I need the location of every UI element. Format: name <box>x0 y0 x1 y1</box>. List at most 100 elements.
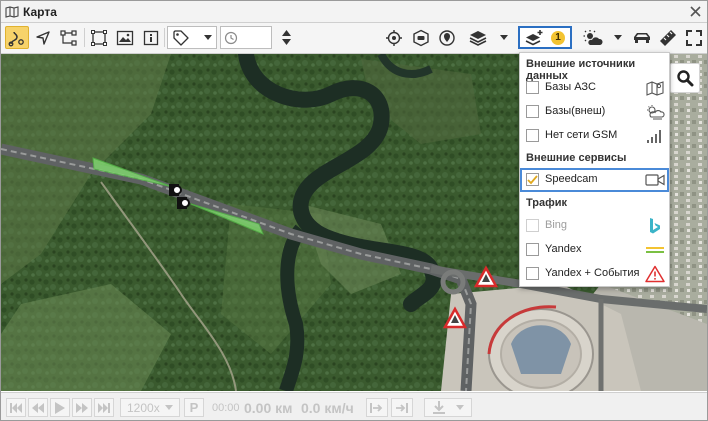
checkbox-disabled <box>526 219 539 232</box>
route-icon <box>8 31 24 46</box>
clock-icon <box>224 31 238 44</box>
fast-forward-icon <box>76 402 88 413</box>
speed-readout: 0.0 км/ч <box>301 399 354 416</box>
pin-button[interactable] <box>435 26 459 49</box>
close-icon[interactable] <box>687 3 703 19</box>
layers-add-icon <box>525 29 543 45</box>
weather-cloud-icon <box>645 103 665 121</box>
checkbox[interactable] <box>526 267 539 280</box>
checkbox[interactable] <box>526 105 539 118</box>
area-select-icon <box>91 29 107 46</box>
checkbox[interactable] <box>526 81 539 94</box>
chevron-down-icon <box>456 405 464 410</box>
layer-label: Bing <box>545 219 568 231</box>
network-tool-button[interactable] <box>57 26 81 49</box>
geofence-icon <box>413 29 429 46</box>
section-title-external-services: Внешние сервисы <box>526 152 627 164</box>
player-bar: 1200x P 00:00 0.00 км 0.0 км/ч <box>1 392 707 420</box>
layer-item-azs[interactable]: Базы АЗС <box>520 76 669 100</box>
skip-end-button[interactable] <box>94 398 114 417</box>
fast-forward-button[interactable] <box>72 398 92 417</box>
route-tool-button[interactable] <box>5 26 29 49</box>
download-icon <box>433 400 445 414</box>
step-forward-button[interactable] <box>366 398 388 417</box>
jump-end-button[interactable] <box>391 398 413 417</box>
playback-time: 00:00 <box>212 401 240 414</box>
locate-button[interactable] <box>382 26 406 49</box>
map-search-button[interactable] <box>670 63 700 93</box>
checkbox[interactable] <box>526 243 539 256</box>
layers-add-button[interactable]: 1 <box>518 26 572 49</box>
section-title-traffic: Трафик <box>526 197 568 209</box>
spin-up-icon[interactable] <box>281 30 291 36</box>
arrow-right-bar-icon <box>370 402 383 413</box>
vehicle-button[interactable] <box>630 26 654 49</box>
window-title: Карта <box>23 4 57 19</box>
layer-item-yandex-events[interactable]: Yandex + События <box>520 262 669 286</box>
playback-speed-select[interactable]: 1200x <box>120 398 180 417</box>
play-icon <box>55 401 65 414</box>
ruler-button[interactable] <box>656 26 680 49</box>
playback-speed-value: 1200x <box>127 400 160 415</box>
layer-item-no-gsm[interactable]: Нет сети GSM <box>520 124 669 148</box>
play-button[interactable] <box>50 398 70 417</box>
image-icon <box>116 30 134 45</box>
layer-item-yandex[interactable]: Yandex <box>520 238 669 262</box>
skip-start-button[interactable] <box>6 398 26 417</box>
layer-label: Базы АЗС <box>545 81 596 93</box>
layers-count-badge: 1 <box>551 30 565 45</box>
title-bar: Карта <box>1 1 707 23</box>
navigate-arrow-icon <box>36 30 50 45</box>
layers-icon <box>469 30 487 46</box>
layer-label: Нет сети GSM <box>545 129 618 141</box>
layer-label: Yandex <box>545 243 582 255</box>
download-dropdown[interactable] <box>424 398 472 417</box>
image-tool-button[interactable] <box>113 26 137 49</box>
info-tool-button[interactable] <box>139 26 163 49</box>
checkbox[interactable] <box>526 129 539 142</box>
fullscreen-button[interactable] <box>682 26 706 49</box>
tag-filter-dropdown[interactable] <box>167 26 217 49</box>
spin-down-icon[interactable] <box>281 39 291 45</box>
warning-triangle-icon <box>645 265 665 283</box>
layer-item-bing: Bing <box>520 214 669 238</box>
map-window: Карта 1 Внешние источники данных Базы АЗ… <box>0 0 708 421</box>
weather-icon <box>583 29 603 45</box>
geofence-button[interactable] <box>409 26 433 49</box>
skip-start-icon <box>10 402 22 413</box>
rewind-button[interactable] <box>28 398 48 417</box>
layer-item-bases-ext[interactable]: Базы(внеш) <box>520 100 669 124</box>
map-fold-icon <box>645 79 665 97</box>
layer-label: Базы(внеш) <box>545 105 606 117</box>
toolbar: 1 <box>1 23 707 54</box>
time-spinner[interactable] <box>275 26 297 49</box>
search-icon <box>677 70 694 87</box>
video-camera-icon <box>645 171 665 189</box>
layers-panel: Внешние источники данных Базы АЗС Базы(в… <box>519 52 670 287</box>
layers-dropdown[interactable] <box>463 26 513 49</box>
layer-item-speedcam[interactable]: Speedcam <box>520 168 669 192</box>
tag-icon <box>173 29 189 46</box>
layer-label: Speedcam <box>545 173 598 185</box>
locate-icon <box>386 29 402 46</box>
skip-end-icon <box>98 402 110 413</box>
parking-toggle-button[interactable]: P <box>184 398 204 417</box>
car-icon <box>634 32 650 43</box>
area-select-tool-button[interactable] <box>87 26 111 49</box>
layer-label: Yandex + События <box>545 267 640 279</box>
weather-dropdown[interactable] <box>575 26 629 49</box>
distance-readout: 0.00 км <box>244 399 293 416</box>
check-icon <box>527 174 538 184</box>
map-icon <box>5 5 19 19</box>
parking-label: P <box>189 400 199 415</box>
navigate-tool-button[interactable] <box>31 26 55 49</box>
network-icon <box>60 29 77 46</box>
info-icon <box>143 30 159 45</box>
time-input[interactable] <box>220 26 272 49</box>
pin-icon <box>439 29 455 46</box>
checkbox-checked[interactable] <box>526 173 539 186</box>
rewind-icon <box>32 402 44 413</box>
ruler-icon <box>660 29 676 46</box>
bing-logo-icon <box>645 217 665 235</box>
traffic-lines-icon <box>645 241 665 259</box>
